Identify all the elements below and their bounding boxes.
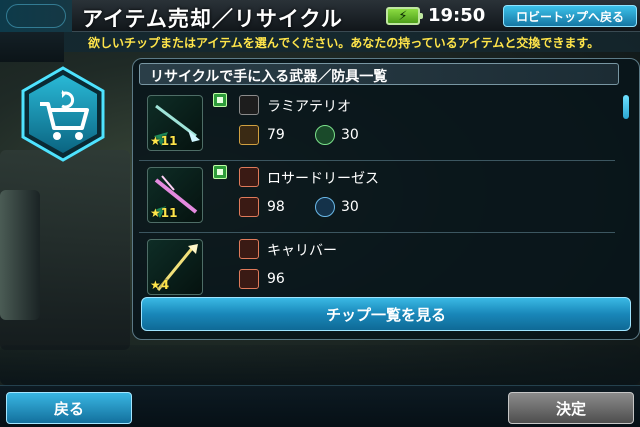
sword-icon — [239, 167, 259, 187]
logo-ring — [6, 4, 66, 28]
item-thumbnail: ★11 — [147, 95, 203, 151]
item-thumbnail: ★4 — [147, 239, 203, 295]
rarity-label: ★4 — [150, 278, 170, 292]
background-pillar — [0, 190, 40, 320]
recycle-item-list[interactable]: ★11 ラミアテリオ 79 30 ★11 ロサードリーゼス 98 30 ★4 キ… — [139, 89, 615, 295]
instruction-text: 欲しいチップまたはアイテムを選んでください。あなたの持っているアイテムと交換でき… — [64, 32, 640, 52]
key-icon — [239, 125, 259, 145]
new-badge-icon — [213, 165, 227, 179]
wind-icon — [315, 125, 335, 145]
item-name: キャリバー — [267, 243, 337, 259]
resource-value: 30 — [341, 127, 359, 143]
cost-value: 96 — [267, 271, 285, 287]
list-scrollbar[interactable] — [623, 89, 631, 279]
item-thumbnail: ★11 — [147, 167, 203, 223]
cost-value: 98 — [267, 199, 285, 215]
rarity-label: ★11 — [150, 134, 178, 148]
recycle-cart-icon — [20, 66, 106, 162]
gear-icon — [315, 197, 335, 217]
resource-value: 30 — [341, 199, 359, 215]
recycle-list-panel: リサイクルで手に入る武器／防具一覧 ★11 ラミアテリオ 79 30 ★11 ロ… — [132, 58, 640, 340]
list-item[interactable]: ★11 ロサードリーゼス 98 30 — [139, 161, 615, 233]
lobby-top-button[interactable]: ロビートップへ戻る — [503, 5, 637, 27]
sword-icon — [239, 197, 259, 217]
battery-charging-icon: ⚡ — [386, 7, 423, 25]
back-button[interactable]: 戻る — [6, 392, 132, 424]
confirm-button[interactable]: 決定 — [508, 392, 634, 424]
left-strip — [0, 32, 64, 62]
clock: 19:50 — [428, 5, 486, 26]
panel-title: リサイクルで手に入る武器／防具一覧 — [139, 63, 619, 85]
item-name: ラミアテリオ — [267, 99, 351, 115]
page-title: アイテム売却／リサイクル — [82, 7, 343, 31]
rarity-label: ★11 — [150, 206, 178, 220]
sword-icon — [239, 269, 259, 289]
header-bar: アイテム売却／リサイクル ⚡ 19:50 ロビートップへ戻る — [0, 0, 640, 32]
scrollbar-thumb[interactable] — [623, 95, 629, 119]
new-badge-icon — [213, 93, 227, 107]
wand-icon — [239, 95, 259, 115]
sword-icon — [239, 239, 259, 259]
cost-value: 79 — [267, 127, 285, 143]
view-chip-list-button[interactable]: チップ一覧を見る — [141, 297, 631, 331]
list-item[interactable]: ★11 ラミアテリオ 79 30 — [139, 89, 615, 161]
background-floor — [0, 345, 640, 385]
item-name: ロサードリーゼス — [267, 171, 379, 187]
list-item[interactable]: ★4 キャリバー 96 — [139, 233, 615, 305]
game-logo — [0, 0, 72, 32]
